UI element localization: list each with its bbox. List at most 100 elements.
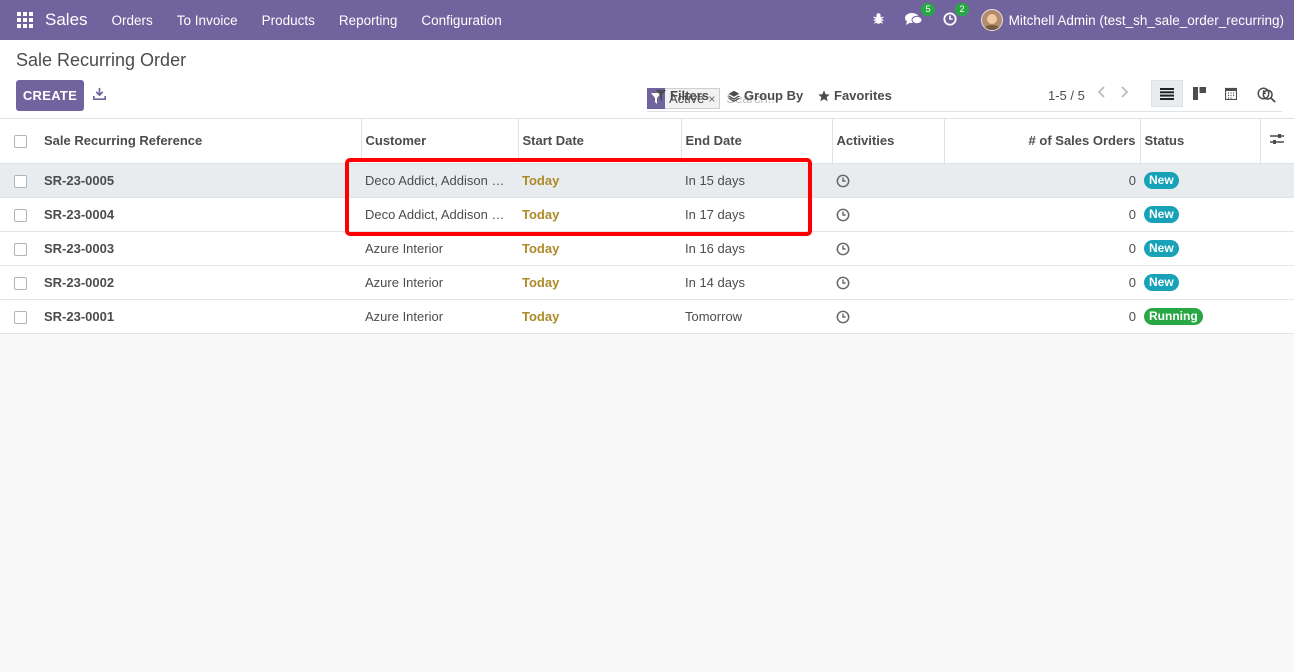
customer-cell: Azure Interior: [365, 240, 444, 256]
select-all-checkbox-cell[interactable]: [0, 119, 40, 163]
control-panel: Sale Recurring Order CREATE Active × Fil…: [0, 40, 1294, 119]
table-row[interactable]: SR-23-0004 Deco Addict, Addison Olson To…: [0, 197, 1294, 231]
status-cell: New: [1140, 265, 1260, 299]
table-row[interactable]: SR-23-0002 Azure Interior Today In 14 da…: [0, 265, 1294, 299]
table-header-row: Sale Recurring Reference Customer Start …: [0, 119, 1294, 163]
row-checkbox[interactable]: [13, 242, 27, 256]
start-date-cell: Today: [522, 308, 560, 324]
favorites-button[interactable]: Favorites: [818, 88, 892, 103]
records-table: Sale Recurring Reference Customer Start …: [0, 119, 1294, 334]
status-cell: Running: [1140, 299, 1260, 333]
activity-cell[interactable]: [832, 299, 944, 333]
column-header-status[interactable]: Status: [1140, 119, 1261, 163]
sales-orders-count-cell: 0: [1128, 172, 1136, 188]
pager-next-icon[interactable]: [1119, 85, 1129, 102]
menu-products[interactable]: Products: [250, 13, 327, 28]
menu-reporting[interactable]: Reporting: [327, 13, 410, 28]
activity-cell[interactable]: [832, 231, 944, 265]
pager-previous-icon[interactable]: [1097, 85, 1107, 102]
row-checkbox[interactable]: [13, 208, 27, 222]
bug-icon[interactable]: [872, 12, 885, 28]
groupby-label: Group By: [744, 88, 804, 103]
status-badge: Running: [1144, 307, 1203, 325]
row-checkbox[interactable]: [13, 174, 27, 188]
reference-cell: SR-23-0004: [44, 206, 115, 222]
start-date-cell: Today: [522, 206, 560, 222]
column-header-end-date[interactable]: End Date: [681, 119, 833, 163]
row-checkbox-cell[interactable]: [0, 231, 40, 265]
status-badge: New: [1144, 273, 1179, 291]
activity-view-icon[interactable]: [1247, 80, 1279, 107]
column-header-reference[interactable]: Sale Recurring Reference: [40, 119, 362, 163]
table-row[interactable]: SR-23-0005 Deco Addict, Addison Olson To…: [0, 163, 1294, 197]
filter-icon: [656, 90, 666, 101]
filters-button[interactable]: Filters: [656, 88, 709, 103]
activities-icon[interactable]: 2: [943, 2, 969, 29]
table-row[interactable]: SR-23-0001 Azure Interior Today Tomorrow…: [0, 299, 1294, 333]
sales-orders-count-cell: 0: [1128, 240, 1136, 256]
menu-configuration[interactable]: Configuration: [409, 13, 513, 28]
top-navbar: Sales Orders To Invoice Products Reporti…: [0, 0, 1294, 40]
row-checkbox[interactable]: [13, 276, 27, 290]
list-view: Sale Recurring Reference Customer Start …: [0, 119, 1294, 334]
sales-orders-count-cell: 0: [1128, 308, 1136, 324]
row-checkbox-cell[interactable]: [0, 265, 40, 299]
column-header-customer[interactable]: Customer: [361, 119, 519, 163]
apps-menu-icon[interactable]: [17, 12, 33, 28]
sales-orders-count-cell: 0: [1128, 206, 1136, 222]
kanban-view-icon[interactable]: [1183, 80, 1215, 107]
star-icon: [818, 89, 830, 101]
row-checkbox-cell[interactable]: [0, 197, 40, 231]
reference-cell: SR-23-0003: [44, 240, 115, 256]
messages-icon[interactable]: 5: [904, 2, 935, 29]
calendar-view-icon[interactable]: [1215, 80, 1247, 107]
status-cell: New: [1140, 163, 1260, 197]
status-cell: New: [1140, 231, 1260, 265]
page-title: Sale Recurring Order: [16, 50, 187, 70]
activity-clock-icon[interactable]: [836, 276, 850, 290]
messages-count-badge: 5: [921, 2, 935, 16]
customer-cell: Azure Interior: [365, 308, 444, 324]
row-checkbox-cell[interactable]: [0, 299, 40, 333]
activity-clock-icon[interactable]: [836, 208, 850, 222]
column-header-sales-orders[interactable]: # of Sales Orders: [944, 119, 1141, 163]
activity-cell[interactable]: [832, 163, 944, 197]
table-row[interactable]: SR-23-0003 Azure Interior Today In 16 da…: [0, 231, 1294, 265]
activities-count-badge: 2: [955, 2, 969, 16]
activity-clock-icon[interactable]: [836, 174, 850, 188]
customer-cell: Azure Interior: [365, 274, 444, 290]
sales-orders-count-cell: 0: [1128, 274, 1136, 290]
create-button[interactable]: CREATE: [16, 80, 84, 111]
list-view-icon[interactable]: [1151, 80, 1183, 107]
groupby-button[interactable]: Group By: [728, 88, 803, 103]
reference-cell: SR-23-0002: [44, 274, 115, 290]
pager-value[interactable]: 1-5 / 5: [1048, 88, 1085, 103]
select-all-checkbox[interactable]: [13, 135, 27, 149]
menu-to-invoice[interactable]: To Invoice: [165, 13, 250, 28]
activity-clock-icon[interactable]: [836, 310, 850, 324]
start-date-cell: Today: [522, 240, 560, 256]
optional-columns-toggle[interactable]: [1260, 119, 1294, 163]
customer-cell: Deco Addict, Addison Olson: [365, 206, 518, 222]
download-icon[interactable]: [93, 87, 106, 103]
column-header-activities[interactable]: Activities: [832, 119, 945, 163]
sliders-icon[interactable]: [1270, 133, 1285, 145]
end-date-cell: In 16 days: [685, 240, 745, 256]
end-date-cell: In 15 days: [685, 172, 745, 188]
status-cell: New: [1140, 197, 1260, 231]
user-menu[interactable]: Mitchell Admin (test_sh_sale_order_recur…: [1009, 13, 1284, 28]
activity-cell[interactable]: [832, 265, 944, 299]
column-header-start-date[interactable]: Start Date: [518, 119, 682, 163]
facet-close-icon[interactable]: ×: [708, 92, 719, 106]
reference-cell: SR-23-0005: [44, 172, 115, 188]
row-checkbox-cell[interactable]: [0, 163, 40, 197]
row-checkbox[interactable]: [13, 310, 27, 324]
end-date-cell: In 17 days: [685, 206, 745, 222]
activity-clock-icon[interactable]: [836, 242, 850, 256]
reference-cell: SR-23-0001: [44, 308, 115, 324]
user-avatar[interactable]: [980, 9, 1003, 31]
menu-orders[interactable]: Orders: [100, 13, 165, 28]
activity-cell[interactable]: [832, 197, 944, 231]
app-brand[interactable]: Sales: [45, 10, 88, 30]
end-date-cell: In 14 days: [685, 274, 745, 290]
